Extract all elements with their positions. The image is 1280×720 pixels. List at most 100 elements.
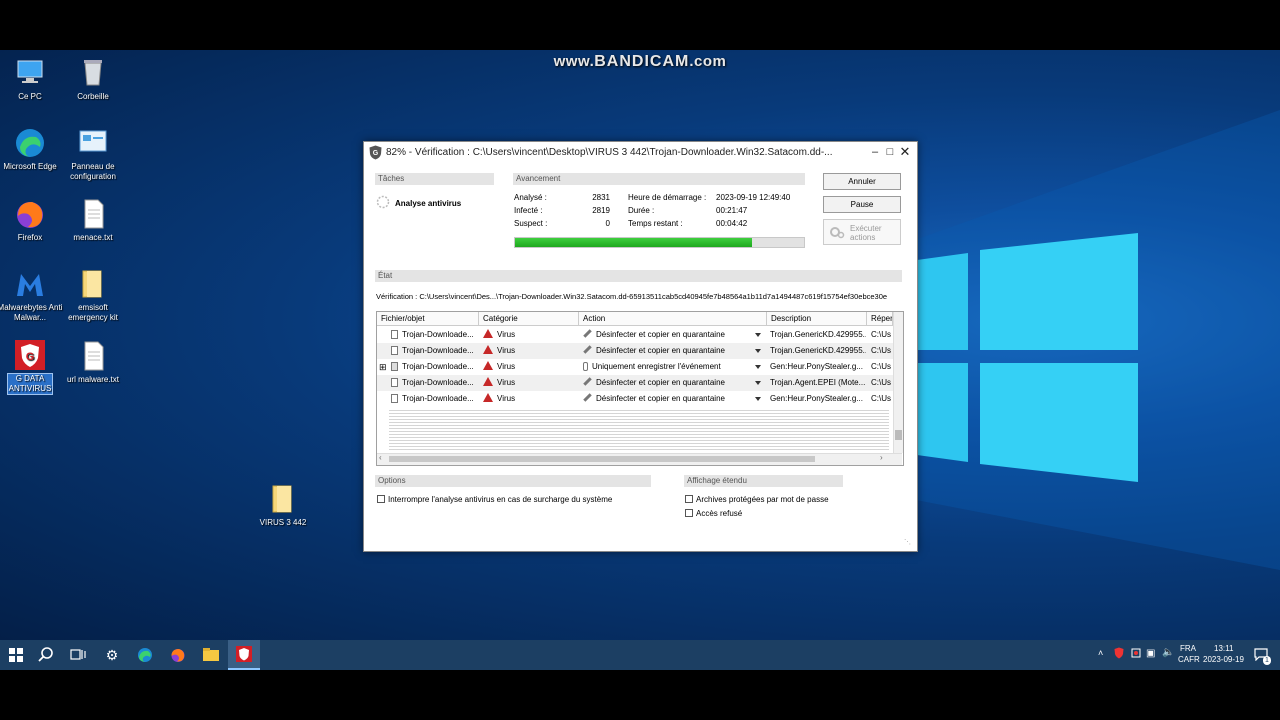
column-header-action[interactable]: Action	[579, 312, 767, 326]
desktop-icon-url-malware[interactable]: url malware.txt	[58, 340, 128, 385]
gdata-shield-icon	[236, 646, 252, 662]
search-button[interactable]	[30, 640, 62, 670]
desktop-icon-corbeille[interactable]: Corbeille	[58, 57, 128, 102]
progress-bar	[514, 237, 805, 248]
desktop-icon-gdata[interactable]: G G DATA ANTIVIRUS	[0, 339, 65, 395]
execute-actions-button[interactable]: Exécuter actions	[823, 219, 901, 245]
desktop-icon-malwarebytes[interactable]: Malwarebytes Anti Malwar...	[0, 268, 65, 323]
letterbox-bottom	[0, 670, 1280, 720]
options-header: Options	[375, 475, 651, 487]
start-button[interactable]	[0, 640, 32, 670]
table-row[interactable]: Trojan-Downloade... Virus Désinfecter et…	[377, 343, 893, 359]
task-view-button[interactable]	[62, 640, 94, 670]
close-icon[interactable]: ✕	[897, 144, 913, 160]
access-denied-checkbox[interactable]	[685, 509, 693, 517]
suspect-value: 0	[605, 219, 610, 228]
taskbar-explorer[interactable]	[195, 640, 227, 670]
remaining-label: Temps restant :	[628, 219, 683, 228]
archive-icon	[391, 362, 398, 371]
warning-icon	[483, 329, 493, 338]
task-label: Analyse antivirus	[395, 199, 462, 208]
chevron-down-icon[interactable]	[755, 397, 761, 401]
access-denied-option[interactable]: Accès refusé	[685, 509, 742, 518]
chevron-down-icon[interactable]	[755, 349, 761, 353]
table-row[interactable]: Trojan-Downloade... Virus Désinfecter et…	[377, 327, 893, 343]
interrupt-checkbox[interactable]	[377, 495, 385, 503]
warning-icon	[483, 345, 493, 354]
pause-button[interactable]: Pause	[823, 196, 901, 213]
desktop-icon-firefox[interactable]: Firefox	[0, 198, 65, 243]
minimize-icon[interactable]: –	[867, 144, 883, 160]
desktop-icon-virus-folder[interactable]: VIRUS 3 442	[248, 483, 318, 528]
scroll-thumb-h[interactable]	[389, 456, 815, 462]
column-header-file[interactable]: Fichier/objet	[377, 312, 479, 326]
file-icon	[391, 330, 398, 339]
table-row[interactable]: ⊞ Trojan-Downloade... Virus Uniquement e…	[377, 359, 893, 375]
malwarebytes-icon	[14, 268, 46, 300]
clock-date[interactable]: 2023-09-19	[1203, 655, 1244, 664]
taskbar: ⚙ ˄ ▣ 🔈 FRA CAFR 13:11 2023-09-19 1	[0, 640, 1280, 670]
gear-icon: ⚙	[105, 647, 119, 663]
state-header: État	[375, 270, 902, 282]
edge-icon	[138, 648, 152, 662]
horizontal-scrollbar[interactable]: ‹ ›	[377, 453, 902, 465]
archives-checkbox[interactable]	[685, 495, 693, 503]
pencil-icon	[583, 329, 592, 338]
spinner-icon	[376, 195, 390, 211]
log-icon	[583, 362, 588, 371]
desktop-icon-menace-txt[interactable]: menace.txt	[58, 198, 128, 243]
windows-icon	[9, 648, 23, 662]
language-indicator[interactable]: FRA	[1180, 644, 1196, 653]
scroll-thumb-v[interactable]	[895, 430, 902, 440]
desktop-icon-panneau[interactable]: Panneau de configuration	[58, 127, 128, 182]
scroll-left-icon[interactable]: ‹	[379, 453, 382, 462]
window-titlebar[interactable]: G 82% - Vérification : C:\Users\vincent\…	[364, 142, 917, 163]
duration-value: 00:21:47	[716, 206, 748, 215]
file-icon	[391, 346, 398, 355]
tray-security-icon[interactable]	[1130, 647, 1142, 661]
chevron-down-icon[interactable]	[755, 381, 761, 385]
keyboard-layout-indicator[interactable]: CAFR	[1178, 655, 1200, 664]
extended-view-header: Affichage étendu	[684, 475, 843, 487]
desktop-icon-emsisoft[interactable]: emsisoft emergency kit	[58, 268, 128, 323]
taskbar-edge[interactable]	[129, 640, 161, 670]
desktop-icon-edge[interactable]: Microsoft Edge	[0, 127, 65, 172]
state-text: Vérification : C:\Users\vincent\Des...\T…	[376, 292, 888, 301]
column-header-description[interactable]: Description	[767, 312, 867, 326]
table-row[interactable]: Trojan-Downloade... Virus Désinfecter et…	[377, 375, 893, 391]
chevron-down-icon[interactable]	[755, 333, 761, 337]
firefox-icon	[171, 649, 185, 662]
text-file-icon	[77, 340, 109, 372]
vertical-scrollbar[interactable]	[893, 312, 903, 453]
clock-time[interactable]: 13:11	[1214, 644, 1233, 653]
gdata-shield-icon: G	[14, 339, 46, 371]
column-header-category[interactable]: Catégorie	[479, 312, 579, 326]
scroll-right-icon[interactable]: ›	[880, 453, 883, 462]
results-table[interactable]: Fichier/objet Catégorie Action Descripti…	[376, 311, 904, 466]
taskbar-gdata[interactable]	[228, 640, 260, 670]
tray-chevron-up-icon[interactable]: ˄	[1098, 648, 1103, 658]
settings-button[interactable]: ⚙	[96, 640, 128, 670]
tray-gdata-icon[interactable]	[1114, 647, 1124, 661]
interrupt-option[interactable]: Interrompre l'analyse antivirus en cas d…	[377, 495, 612, 504]
suspect-label: Suspect :	[514, 219, 548, 228]
table-row[interactable]: Trojan-Downloade... Virus Désinfecter et…	[377, 391, 893, 407]
cancel-button[interactable]: Annuler	[823, 173, 901, 190]
infected-value: 2819	[592, 206, 610, 215]
resize-grip-icon[interactable]: ⋱	[904, 538, 911, 546]
column-header-path[interactable]: Réper	[867, 312, 893, 326]
desktop-icon-ce-pc[interactable]: Ce PC	[0, 57, 65, 102]
maximize-icon[interactable]: □	[882, 144, 898, 160]
tray-volume-icon[interactable]: 🔈	[1162, 647, 1174, 658]
taskbar-firefox[interactable]	[162, 640, 194, 670]
archives-option[interactable]: Archives protégées par mot de passe	[685, 495, 829, 504]
tray-network-icon[interactable]: ▣	[1146, 648, 1155, 659]
analyzed-label: Analysé :	[514, 193, 547, 202]
chevron-down-icon[interactable]	[755, 365, 761, 369]
task-view-icon	[70, 649, 86, 660]
edge-icon	[14, 127, 46, 159]
control-panel-icon	[77, 127, 109, 159]
folder-icon	[77, 268, 109, 300]
svg-text:G: G	[373, 150, 379, 157]
expand-icon[interactable]: ⊞	[379, 359, 389, 375]
